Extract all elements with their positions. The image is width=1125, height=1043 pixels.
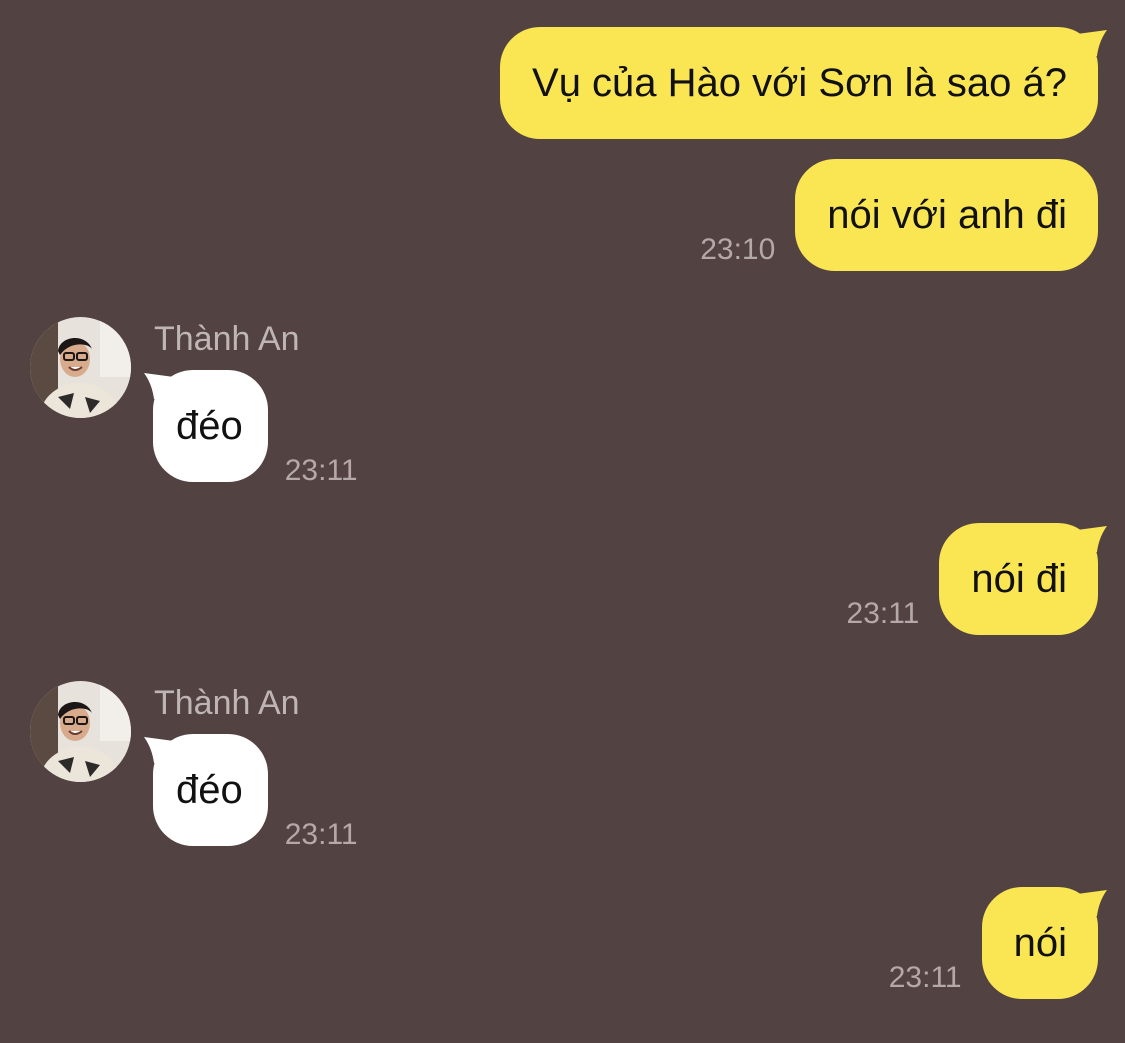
message-outgoing: 23:11 nói đi [846, 523, 1107, 635]
sender-name: Thành An [154, 684, 300, 722]
message-timestamp: 23:11 [888, 961, 962, 994]
message-timestamp: 23:11 [284, 818, 358, 851]
message-timestamp: 23:11 [846, 597, 920, 630]
message-text: nói [1013, 921, 1067, 965]
message-text: Vụ của Hào với Sơn là sao á? [532, 61, 1067, 105]
message-text: đéo [176, 404, 243, 448]
avatar[interactable] [30, 681, 131, 782]
outgoing-bubble[interactable]: nói [981, 887, 1107, 999]
bubble-tail-icon [1077, 526, 1107, 552]
outgoing-bubble[interactable]: nói với anh đi [795, 159, 1098, 271]
message-text: nói với anh đi [827, 193, 1067, 237]
outgoing-bubble[interactable]: Vụ của Hào với Sơn là sao á? [500, 27, 1107, 139]
avatar-photo-icon [30, 681, 131, 782]
message-incoming: đéo 23:11 [144, 370, 358, 486]
message-text: đéo [176, 768, 243, 812]
avatar-photo-icon [30, 317, 131, 418]
incoming-bubble[interactable]: đéo [144, 370, 268, 482]
message-outgoing: Vụ của Hào với Sơn là sao á? [500, 27, 1107, 139]
avatar[interactable] [30, 317, 131, 418]
message-text: nói đi [971, 557, 1067, 601]
message-incoming: đéo 23:11 [144, 734, 358, 850]
outgoing-bubble[interactable]: nói đi [939, 523, 1107, 635]
message-outgoing: 23:10 nói với anh đi [700, 159, 1098, 271]
bubble-tail-icon [144, 737, 174, 763]
message-outgoing: 23:11 nói [888, 887, 1107, 999]
bubble-tail-icon [1077, 30, 1107, 56]
message-timestamp: 23:11 [284, 454, 358, 487]
sender-name: Thành An [154, 320, 300, 358]
bubble-tail-icon [144, 373, 174, 399]
bubble-tail-icon [1077, 890, 1107, 916]
incoming-bubble[interactable]: đéo [144, 734, 268, 846]
message-timestamp: 23:10 [700, 233, 776, 266]
